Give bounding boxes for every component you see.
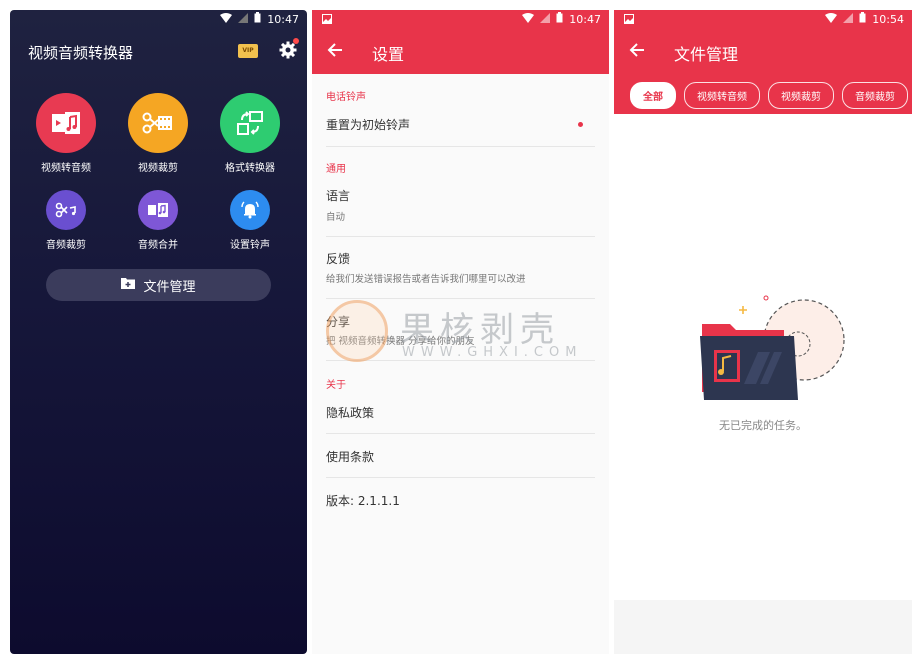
scissors-film-icon (128, 93, 188, 153)
tool-set-ringtone[interactable]: 设置铃声 (205, 190, 295, 251)
divider (326, 433, 595, 434)
signal-icon (238, 12, 249, 26)
language-value: 自动 (326, 212, 346, 223)
app-header: 视频音频转换器 VIP (10, 28, 307, 76)
tool-label: 设置铃声 (230, 240, 270, 251)
file-manager-screen: 10:54 文件管理 全部 视频转音频 视频裁剪 音频裁剪 无已完成的任务。 (614, 10, 912, 654)
audio-scissors-icon (46, 190, 86, 230)
tool-video-trim[interactable]: 视频裁剪 (113, 93, 203, 174)
folder-icon (121, 277, 136, 293)
divider (326, 360, 595, 361)
bottom-bar (614, 600, 912, 654)
signal-icon (843, 12, 854, 26)
wifi-icon (825, 12, 838, 26)
reset-ringtone-label: 重置为初始铃声 (326, 118, 411, 132)
privacy-policy-link[interactable]: 隐私政策 (326, 404, 374, 421)
image-notification-icon (624, 14, 634, 27)
feedback-subtitle: 给我们发送错误报告或者告诉我们哪里可以改进 (326, 274, 526, 285)
image-notification-icon (322, 14, 332, 27)
chip-video-trim[interactable]: 视频裁剪 (768, 82, 834, 109)
convert-arrows-icon (220, 93, 280, 153)
settings-screen: 10:47 设置 电话铃声 重置为初始铃声 通用 语言 自动 反馈 给我们发送错… (312, 10, 609, 654)
tool-label: 音频合并 (138, 240, 178, 251)
section-header-general: 通用 (326, 164, 346, 175)
status-time: 10:54 (872, 12, 904, 26)
back-arrow-icon[interactable] (628, 40, 648, 60)
watermark-url: WWW.GHXI.COM (402, 345, 583, 360)
divider (326, 236, 595, 237)
vip-button[interactable]: VIP (238, 44, 258, 58)
notification-dot (293, 38, 299, 44)
section-header-about: 关于 (326, 380, 346, 391)
divider (326, 298, 595, 299)
page-title: 文件管理 (674, 45, 739, 64)
tool-video-to-audio[interactable]: 视频转音频 (21, 93, 111, 174)
tool-label: 视频裁剪 (138, 163, 178, 174)
divider (326, 477, 595, 478)
divider (326, 146, 595, 147)
battery-icon (859, 12, 866, 26)
wifi-icon (522, 12, 535, 26)
language-title: 语言 (326, 189, 351, 203)
terms-link[interactable]: 使用条款 (326, 448, 374, 465)
status-bar: 10:47 (10, 10, 307, 28)
wifi-icon (220, 12, 233, 26)
back-arrow-icon[interactable] (326, 40, 346, 60)
share-title: 分享 (326, 315, 351, 329)
share-subtitle: 把 视频音频转换器 分享给你的朋友 (326, 336, 475, 347)
bell-icon (230, 190, 270, 230)
status-time: 10:47 (267, 12, 299, 26)
video-music-icon (36, 93, 96, 153)
status-bar: 10:54 (614, 10, 912, 28)
empty-state-illustration (698, 292, 848, 406)
chip-all[interactable]: 全部 (630, 82, 676, 109)
battery-icon (556, 12, 563, 26)
status-time: 10:47 (569, 12, 601, 26)
tool-label: 视频转音频 (41, 163, 91, 174)
file-manager-button[interactable]: 文件管理 (46, 269, 271, 301)
version-label: 版本: 2.1.1.1 (326, 494, 400, 508)
settings-appbar: 10:47 设置 (312, 10, 609, 74)
file-manager-label: 文件管理 (143, 279, 196, 295)
chip-video-to-audio[interactable]: 视频转音频 (684, 82, 760, 109)
empty-state-message: 无已完成的任务。 (719, 419, 807, 432)
chip-audio-trim[interactable]: 音频裁剪 (842, 82, 908, 109)
tool-label: 格式转换器 (225, 163, 275, 174)
battery-icon (254, 12, 261, 26)
tool-label: 音频裁剪 (46, 240, 86, 251)
file-manager-appbar: 10:54 文件管理 全部 视频转音频 视频裁剪 音频裁剪 (614, 10, 912, 114)
section-header-ringtone: 电话铃声 (326, 92, 366, 103)
filter-chips: 全部 视频转音频 视频裁剪 音频裁剪 (630, 82, 908, 109)
watermark-logo-icon (326, 300, 388, 362)
tool-format-converter[interactable]: 格式转换器 (205, 93, 295, 174)
status-bar: 10:47 (312, 10, 609, 28)
signal-icon (540, 12, 551, 26)
audio-merge-icon (138, 190, 178, 230)
feedback-title: 反馈 (326, 252, 351, 266)
indicator-dot (578, 122, 583, 127)
page-title: 设置 (372, 45, 405, 64)
app-title: 视频音频转换器 (28, 44, 134, 62)
home-screen: 10:47 视频音频转换器 VIP 视频转音频 视频裁剪 格式转换器 音频裁剪 … (10, 10, 307, 654)
tool-audio-trim[interactable]: 音频裁剪 (21, 190, 111, 251)
tool-audio-merge[interactable]: 音频合并 (113, 190, 203, 251)
